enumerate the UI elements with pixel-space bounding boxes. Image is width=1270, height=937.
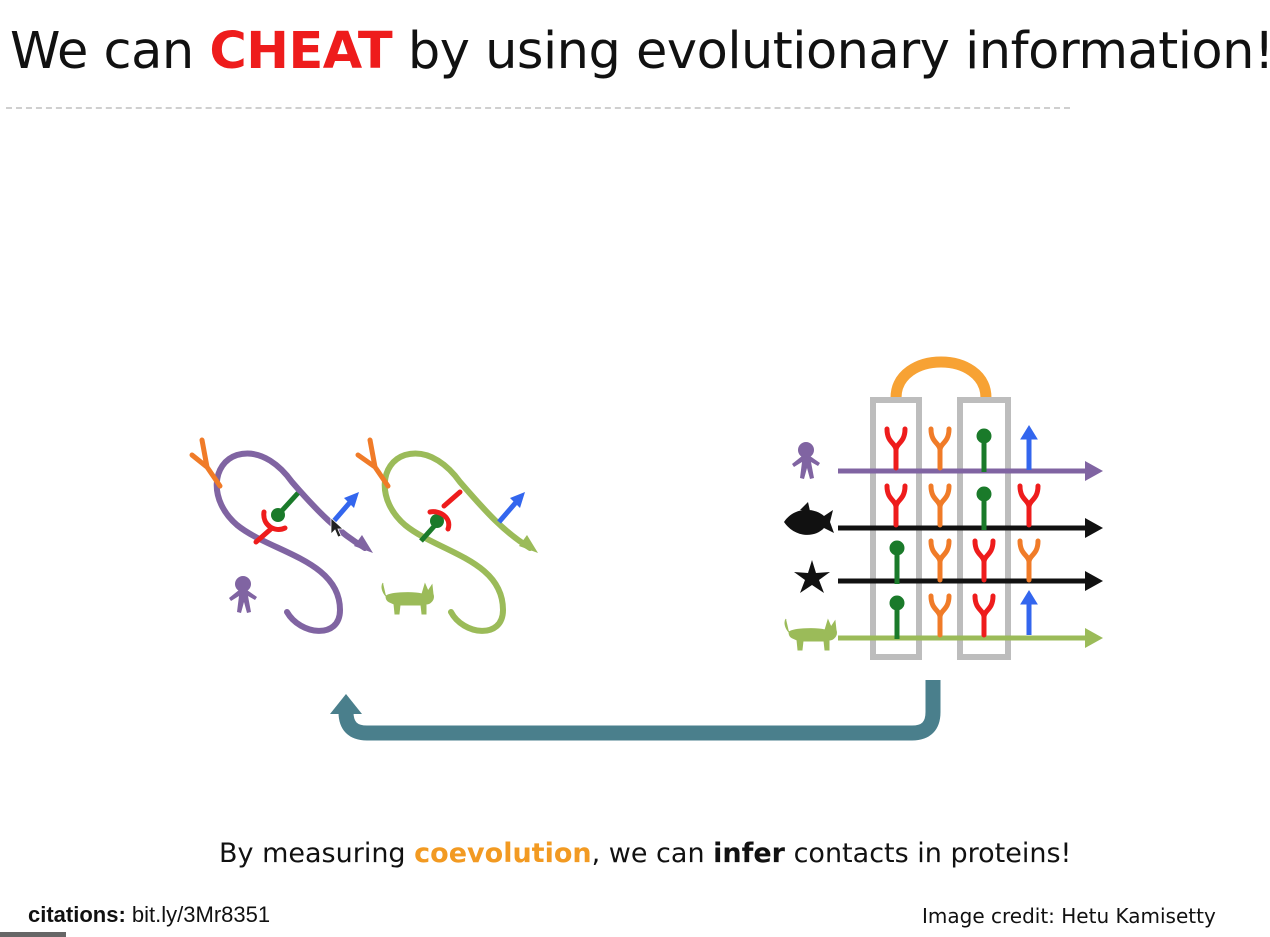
coevolution-diagram bbox=[189, 356, 1103, 741]
orange-y-residue-icon bbox=[931, 596, 949, 635]
sequence-row-cat bbox=[838, 628, 1103, 648]
orange-y-residue-icon bbox=[1020, 541, 1038, 580]
caption-mid: , we can bbox=[591, 838, 714, 869]
fish-icon bbox=[784, 502, 834, 535]
caption-pre: By measuring bbox=[219, 838, 415, 869]
orange-y-residue-icon bbox=[931, 486, 949, 525]
sequence-row-starfish bbox=[838, 571, 1103, 591]
green-pin-residue-icon bbox=[890, 596, 904, 639]
blue-arrow-residue-icon bbox=[1021, 426, 1037, 470]
red-y-residue-icon bbox=[887, 486, 905, 525]
red-y-residue-icon bbox=[975, 596, 993, 635]
citations-label: citations: bbox=[28, 902, 126, 927]
human-icon bbox=[792, 442, 820, 479]
sequence-alignment bbox=[784, 356, 1103, 660]
inference-arrow bbox=[330, 680, 941, 741]
human-icon bbox=[229, 576, 257, 613]
blue-arrow-residue-icon bbox=[1021, 591, 1037, 635]
red-y-residue-icon bbox=[1020, 486, 1038, 525]
starfish-icon bbox=[794, 560, 830, 593]
green-pin-residue-icon bbox=[890, 541, 904, 584]
blue-arrow-icon bbox=[497, 492, 525, 524]
y-residue-icon bbox=[189, 437, 223, 489]
orange-y-residue-icon bbox=[931, 541, 949, 580]
y-residue-icon bbox=[355, 437, 391, 489]
image-credit: Image credit: Hetu Kamisetty bbox=[922, 904, 1216, 928]
green-pin-residue-icon bbox=[977, 429, 991, 472]
citations-link[interactable]: bit.ly/3Mr8351 bbox=[126, 902, 270, 927]
caption-post: contacts in proteins! bbox=[785, 838, 1072, 869]
blue-arrow-icon bbox=[331, 492, 359, 524]
pin-head-icon bbox=[271, 508, 285, 522]
caption-infer: infer bbox=[713, 838, 785, 869]
green-pin-residue-icon bbox=[977, 487, 991, 530]
folded-protein-human bbox=[189, 437, 373, 634]
cat-icon bbox=[784, 618, 837, 651]
folded-protein-cat bbox=[355, 437, 538, 634]
sequence-row-fish bbox=[838, 518, 1103, 538]
coevolution-arc bbox=[890, 356, 992, 399]
cat-icon bbox=[381, 582, 434, 615]
corner-bar bbox=[0, 932, 66, 937]
slide-caption: By measuring coevolution, we can infer c… bbox=[219, 838, 1071, 869]
citations: citations: bit.ly/3Mr8351 bbox=[28, 902, 270, 928]
caption-coevolution: coevolution bbox=[414, 838, 592, 869]
red-y-residue-icon bbox=[975, 541, 993, 580]
red-y-residue-icon bbox=[887, 429, 905, 468]
orange-y-residue-icon bbox=[931, 429, 949, 468]
sequence-row-human bbox=[838, 461, 1103, 481]
